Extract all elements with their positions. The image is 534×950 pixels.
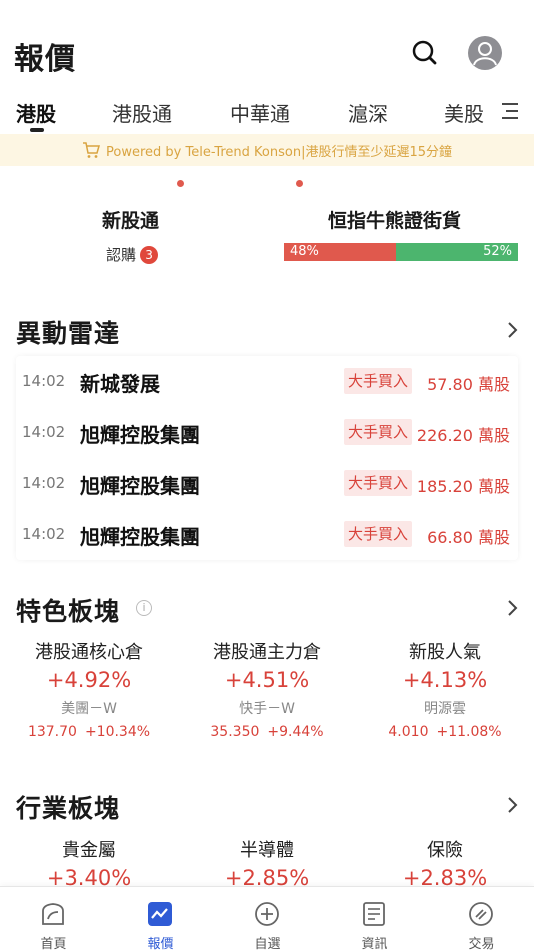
radar-title: 異動雷達 bbox=[16, 319, 121, 348]
featured-sectors-title: 特色板塊 bbox=[16, 597, 121, 626]
radar-row[interactable]: 14:02 新城發展 大手買入 57.80 萬股 bbox=[16, 356, 518, 407]
menu-icon[interactable] bbox=[500, 100, 522, 122]
radar-stock-name: 新城發展 bbox=[80, 372, 160, 396]
leading-stock-change: +10.34% bbox=[84, 724, 151, 740]
tab-china-connect-dot bbox=[296, 180, 303, 187]
radar-row[interactable]: 14:02 旭輝控股集團 大手買入 226.20 萬股 bbox=[16, 407, 518, 458]
tab-shanghai-shenzhen[interactable]: 滬深 bbox=[348, 98, 388, 127]
sector-name: 港股通核心倉 bbox=[35, 642, 143, 663]
radar-tag: 大手買入 bbox=[344, 521, 413, 547]
leading-stock: 快手－W bbox=[239, 701, 295, 717]
active-tab-indicator bbox=[30, 128, 44, 132]
radar-time: 14:02 bbox=[22, 372, 66, 390]
chevron-right-icon[interactable] bbox=[506, 320, 520, 340]
delay-notice: Powered by Tele-Trend Konson|港股行情至少延遲15分… bbox=[0, 134, 534, 166]
sector-change: +4.13% bbox=[402, 668, 488, 692]
add-circle-icon bbox=[254, 901, 280, 927]
radar-tag: 大手買入 bbox=[344, 419, 413, 445]
bottom-nav: 首頁 報價 自選 資訊 交易 bbox=[0, 886, 534, 950]
radar-time: 14:02 bbox=[22, 525, 66, 543]
radar-stock-name: 旭輝控股集團 bbox=[80, 423, 200, 447]
nav-label: 交易 bbox=[468, 937, 495, 950]
sector-change: +4.51% bbox=[224, 668, 310, 692]
bull-pct: 48% bbox=[290, 244, 319, 259]
sector-name: 新股人氣 bbox=[409, 642, 481, 663]
radar-volume: 226.20 萬股 bbox=[416, 426, 510, 445]
leading-stock: 明源雲 bbox=[424, 701, 466, 717]
radar-list: 14:02 新城發展 大手買入 57.80 萬股 14:02 旭輝控股集團 大手… bbox=[16, 356, 518, 560]
nav-watchlist[interactable]: 自選 bbox=[214, 887, 321, 950]
cart-icon bbox=[82, 141, 100, 159]
featured-sector-card[interactable]: 港股通核心倉 +4.92% 美團－W 137.70 +10.34% bbox=[0, 638, 178, 740]
radar-time: 14:02 bbox=[22, 423, 66, 441]
industry-sector-card[interactable]: 保險 +2.83% bbox=[356, 836, 534, 890]
bear-pct: 52% bbox=[483, 244, 512, 259]
chart-icon bbox=[147, 901, 173, 927]
industry-sector-card[interactable]: 貴金屬 +3.40% bbox=[0, 836, 178, 890]
tab-china-connect[interactable]: 中華通 bbox=[230, 98, 290, 127]
sector-name: 港股通主力倉 bbox=[213, 642, 321, 663]
featured-sector-card[interactable]: 港股通主力倉 +4.51% 快手－W 35.350 +9.44% bbox=[178, 638, 356, 740]
industry-sector-card[interactable]: 半導體 +2.85% bbox=[178, 836, 356, 890]
leading-stock-price: 137.70 bbox=[27, 724, 77, 740]
tab-hk[interactable]: 港股 bbox=[16, 98, 56, 127]
sector-change: +4.92% bbox=[46, 668, 132, 692]
sector-name: 保險 bbox=[427, 840, 463, 861]
nav-quotes[interactable]: 報價 bbox=[107, 887, 214, 950]
radar-tag: 大手買入 bbox=[344, 470, 413, 496]
ipo-subscribe-label: 認購 bbox=[106, 246, 137, 264]
radar-volume: 57.80 萬股 bbox=[427, 375, 510, 394]
nav-news[interactable]: 資訊 bbox=[321, 887, 428, 950]
industry-sectors-title: 行業板塊 bbox=[16, 794, 121, 823]
radar-volume: 185.20 萬股 bbox=[416, 477, 510, 496]
tab-stock-connect-dot bbox=[177, 180, 184, 187]
leading-stock: 美團－W bbox=[61, 701, 117, 717]
radar-row[interactable]: 14:02 旭輝控股集團 大手買入 66.80 萬股 bbox=[16, 509, 518, 560]
leading-stock-change: +9.44% bbox=[267, 724, 324, 740]
nav-trade[interactable]: 交易 bbox=[428, 887, 534, 950]
nav-label: 自選 bbox=[254, 937, 281, 950]
bear-segment: 52% bbox=[396, 243, 518, 261]
tab-us[interactable]: 美股 bbox=[444, 98, 484, 127]
nav-label: 報價 bbox=[147, 937, 174, 950]
leading-stock-change: +11.08% bbox=[436, 724, 502, 740]
bull-bear-ratio-bar[interactable]: 48% 52% bbox=[284, 243, 518, 261]
radar-stock-name: 旭輝控股集團 bbox=[80, 474, 200, 498]
header: 報價 bbox=[0, 0, 534, 90]
featured-sector-card[interactable]: 新股人氣 +4.13% 明源雲 4.010 +11.08% bbox=[356, 638, 534, 740]
cbbc-title[interactable]: 恒指牛熊證街貨 bbox=[328, 206, 461, 233]
search-icon[interactable] bbox=[408, 36, 442, 70]
radar-row[interactable]: 14:02 旭輝控股集團 大手買入 185.20 萬股 bbox=[16, 458, 518, 509]
page-title: 報價 bbox=[14, 42, 76, 77]
chevron-right-icon[interactable] bbox=[506, 598, 520, 618]
leading-stock-price: 4.010 bbox=[388, 724, 429, 740]
chevron-right-icon[interactable] bbox=[506, 795, 520, 815]
radar-stock-name: 旭輝控股集團 bbox=[80, 525, 200, 549]
sector-name: 貴金屬 bbox=[62, 840, 116, 861]
radar-time: 14:02 bbox=[22, 474, 66, 492]
nav-label: 資訊 bbox=[361, 937, 388, 950]
tab-stock-connect[interactable]: 港股通 bbox=[112, 98, 172, 127]
ipo-subscribe[interactable]: 認購 3 bbox=[106, 244, 159, 265]
notice-text: Powered by Tele-Trend Konson|港股行情至少延遲15分… bbox=[106, 144, 452, 160]
radar-tag: 大手買入 bbox=[344, 368, 413, 394]
bull-segment: 48% bbox=[284, 243, 396, 261]
document-icon bbox=[361, 901, 387, 927]
nav-home[interactable]: 首頁 bbox=[0, 887, 107, 950]
quick-entries: 新股通 認購 3 恒指牛熊證街貨 bbox=[0, 200, 534, 280]
leading-stock-price: 35.350 bbox=[210, 724, 260, 740]
user-icon[interactable] bbox=[468, 36, 502, 70]
home-icon bbox=[40, 901, 66, 927]
radar-volume: 66.80 萬股 bbox=[427, 528, 510, 547]
trade-icon bbox=[468, 901, 494, 927]
ipo-title[interactable]: 新股通 bbox=[102, 206, 159, 233]
ipo-count-badge: 3 bbox=[140, 245, 159, 264]
info-icon[interactable]: i bbox=[136, 600, 152, 616]
sector-name: 半導體 bbox=[240, 840, 294, 861]
market-tabs: 港股 港股通 中華通 滬深 美股 bbox=[0, 92, 534, 187]
nav-label: 首頁 bbox=[40, 937, 67, 950]
